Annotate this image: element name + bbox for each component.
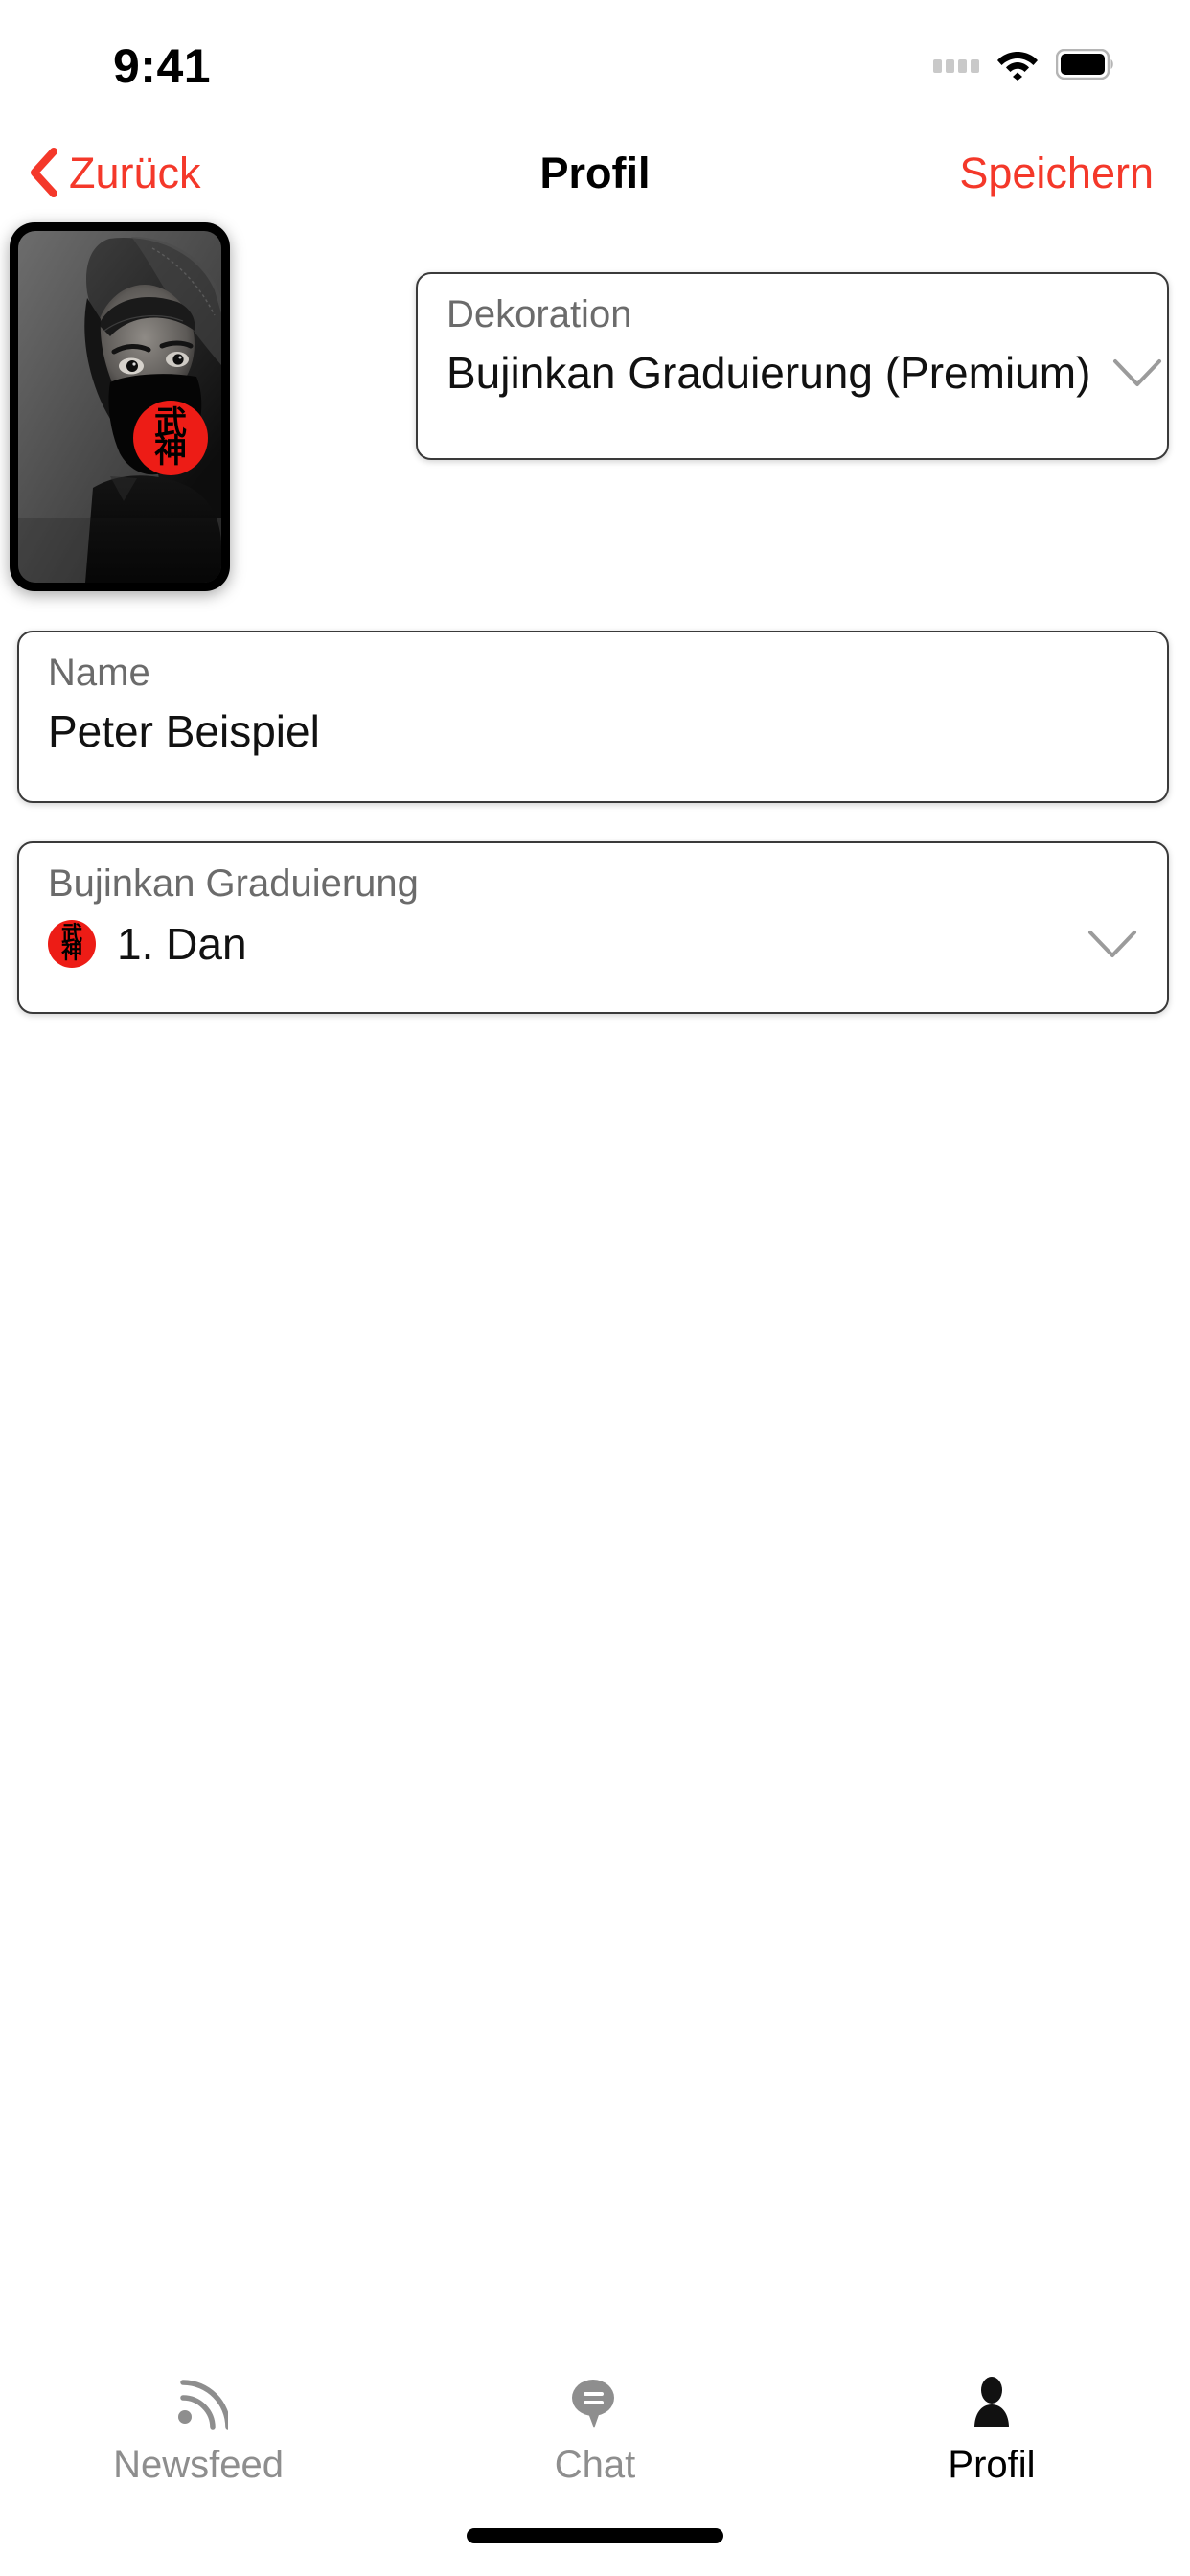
save-button[interactable]: Speichern — [959, 151, 1154, 195]
decoration-label: Dekoration — [446, 293, 632, 335]
signal-dots-icon — [933, 59, 979, 73]
tab-chat-label: Chat — [554, 2444, 636, 2486]
home-indicator — [467, 2528, 723, 2543]
name-label: Name — [48, 652, 150, 694]
tab-newsfeed[interactable]: Newsfeed — [0, 2373, 397, 2484]
graduation-select[interactable]: Bujinkan Graduierung 武 神 1. Dan — [17, 841, 1169, 1014]
rss-icon — [169, 2373, 228, 2432]
decoration-value-row: Bujinkan Graduierung (Premium) — [446, 348, 1162, 398]
avatar-image: 武 神 — [18, 231, 221, 583]
avatar-and-decoration-row: 武 神 Dekoration Bujinkan Graduierung (Pre… — [0, 222, 1190, 606]
bujinkan-badge-icon: 武 神 — [133, 401, 208, 475]
speech-bubble-icon — [565, 2373, 625, 2432]
name-field[interactable]: Name Peter Beispiel — [17, 631, 1169, 803]
name-value-row: Peter Beispiel — [48, 709, 1138, 753]
person-icon — [962, 2373, 1021, 2432]
status-time: 9:41 — [113, 39, 212, 93]
chevron-down-icon[interactable] — [1111, 356, 1163, 389]
app-screen: 9:41 Zurück Profil Speichern 武 神 Dekorat… — [0, 0, 1190, 2576]
tab-profil-label: Profil — [948, 2444, 1036, 2486]
name-input[interactable]: Peter Beispiel — [48, 709, 1138, 753]
tab-chat[interactable]: Chat — [397, 2373, 793, 2484]
tab-profil[interactable]: Profil — [793, 2373, 1190, 2484]
main-content: 武 神 Dekoration Bujinkan Graduierung (Pre… — [0, 218, 1190, 2356]
graduation-value: 1. Dan — [117, 919, 247, 969]
wifi-icon — [996, 48, 1039, 85]
badge-kanji-bottom: 神 — [154, 432, 187, 471]
decoration-select[interactable]: Dekoration Bujinkan Graduierung (Premium… — [416, 272, 1169, 460]
tab-newsfeed-label: Newsfeed — [113, 2444, 284, 2486]
graduation-label: Bujinkan Graduierung — [48, 862, 419, 905]
avatar[interactable]: 武 神 — [10, 222, 230, 591]
decoration-value: Bujinkan Graduierung (Premium) — [446, 348, 1091, 398]
rank-badge-kanji-bottom: 神 — [60, 940, 82, 964]
graduation-value-row: 武 神 1. Dan — [48, 920, 1138, 968]
navigation-bar: Zurück Profil Speichern — [0, 126, 1190, 218]
status-indicators — [933, 48, 1115, 85]
status-bar: 9:41 — [0, 0, 1190, 126]
bujinkan-rank-badge-icon: 武 神 — [48, 920, 96, 968]
battery-icon — [1055, 48, 1115, 84]
chevron-down-icon[interactable] — [1087, 928, 1138, 960]
